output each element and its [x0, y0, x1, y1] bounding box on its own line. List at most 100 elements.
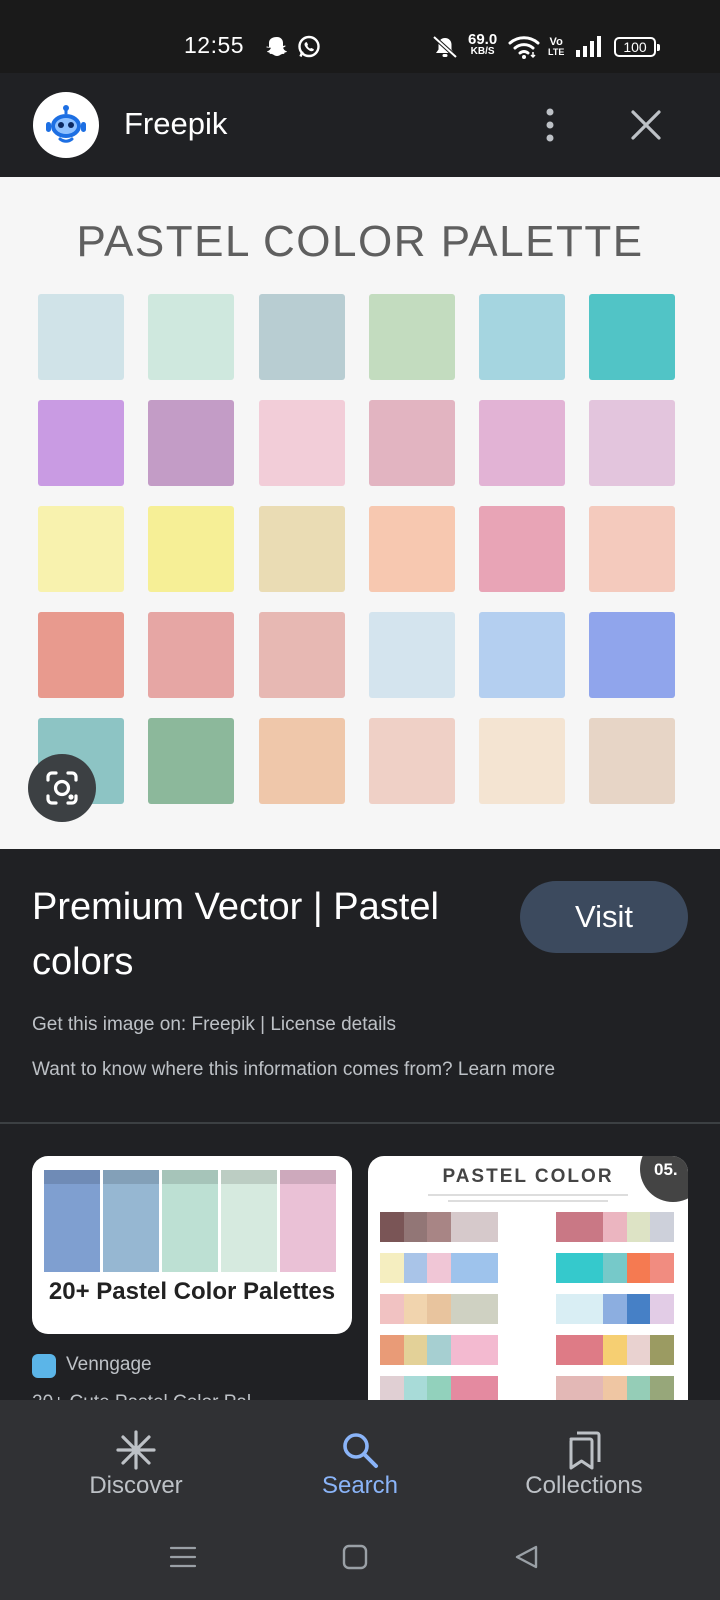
- net-speed: 69.0 KB/S: [468, 31, 498, 57]
- related-source-name: Venngage: [66, 1354, 152, 1375]
- palette-column: [103, 1170, 159, 1272]
- lens-camera-icon[interactable]: [28, 754, 96, 822]
- related-card-badge: 05.: [640, 1156, 688, 1202]
- discover-asterisk-icon: [116, 1430, 156, 1470]
- palette-strip-segment: [403, 1253, 428, 1283]
- badge-text: 05.: [654, 1160, 678, 1179]
- palette-strip-segment: [403, 1294, 428, 1324]
- color-swatch: [479, 718, 565, 804]
- net-speed-value: 69.0: [468, 31, 498, 48]
- battery-level: 100: [623, 39, 647, 55]
- palette-strip-segment: [380, 1294, 404, 1324]
- palette-strip-segment: [626, 1294, 651, 1324]
- palette-strip-segment: [579, 1335, 604, 1365]
- palette-strip-segment: [556, 1212, 580, 1242]
- get-image-line[interactable]: Get this image on: Freepik | License det…: [32, 1014, 396, 1036]
- color-swatch: [38, 612, 124, 698]
- palette-strip-segment: [556, 1253, 580, 1283]
- color-swatch: [369, 506, 455, 592]
- palette-strip-segment: [650, 1294, 675, 1324]
- nav-collections[interactable]: Collections: [474, 1420, 694, 1510]
- palette-strip-segment: [626, 1335, 651, 1365]
- color-swatch: [479, 612, 565, 698]
- palette-strip-segment: [427, 1212, 452, 1242]
- palette-strip-segment: [403, 1335, 428, 1365]
- nav-label: Discover: [89, 1472, 183, 1499]
- signal-icon: [576, 36, 601, 57]
- palette-strip-segment: [427, 1253, 452, 1283]
- palette-strip-segment: [603, 1212, 628, 1242]
- nav-discover[interactable]: Discover: [26, 1420, 246, 1510]
- palette-strip-segment: [450, 1335, 475, 1365]
- color-swatch: [259, 718, 345, 804]
- home-square-icon[interactable]: [340, 1542, 370, 1572]
- palette-image[interactable]: PASTEL COLOR PALETTE: [0, 177, 720, 849]
- palette-strip-segment: [474, 1294, 499, 1324]
- palette-strip-segment: [579, 1294, 604, 1324]
- whatsapp-icon: [298, 35, 320, 58]
- palette-strip-segment: [650, 1335, 675, 1365]
- recents-menu-icon[interactable]: [168, 1542, 198, 1572]
- palette-strip-segment: [579, 1253, 604, 1283]
- palette-column: [162, 1170, 218, 1272]
- palette-strip-segment: [380, 1253, 404, 1283]
- more-vert-icon[interactable]: [530, 101, 570, 149]
- color-swatch: [589, 400, 675, 486]
- status-bar: 12:55 69.0 KB/S Vo LTE 100: [0, 0, 720, 73]
- related-card-caption: 20+ Pastel Color Palettes: [48, 1278, 336, 1305]
- palette-strip-segment: [556, 1294, 580, 1324]
- palette-strip-segment: [603, 1335, 628, 1365]
- site-name[interactable]: Freepik: [124, 106, 227, 142]
- bottom-nav: Discover Search Collections: [0, 1400, 720, 1600]
- volte-bottom: LTE: [548, 47, 565, 57]
- color-swatch: [589, 612, 675, 698]
- palette-strip-segment: [603, 1253, 628, 1283]
- color-swatch: [479, 294, 565, 380]
- palette-strip-segment: [603, 1294, 628, 1324]
- color-swatch: [259, 506, 345, 592]
- freepik-logo-icon[interactable]: [33, 92, 99, 158]
- color-swatch: [148, 506, 234, 592]
- color-swatch: [369, 400, 455, 486]
- palette-column: [221, 1170, 277, 1272]
- info-source-line[interactable]: Want to know where this information come…: [32, 1059, 555, 1081]
- palette-strip-segment: [403, 1212, 428, 1242]
- close-icon[interactable]: [624, 103, 668, 147]
- palette-strip-segment: [626, 1253, 651, 1283]
- color-swatch: [38, 294, 124, 380]
- color-swatch: [479, 400, 565, 486]
- color-swatch: [369, 612, 455, 698]
- result-title[interactable]: Premium Vector | Pastel colors: [32, 880, 512, 990]
- battery-icon: 100: [614, 37, 660, 57]
- palette-strip-segment: [450, 1294, 475, 1324]
- snapchat-icon: [266, 37, 288, 56]
- color-swatch: [259, 294, 345, 380]
- color-swatch: [38, 400, 124, 486]
- color-swatch: [369, 294, 455, 380]
- image-title: PASTEL COLOR PALETTE: [76, 217, 644, 266]
- color-swatch: [259, 400, 345, 486]
- color-swatch: [38, 506, 124, 592]
- color-swatch: [259, 612, 345, 698]
- wifi-icon: [508, 36, 540, 59]
- card-text-line: [428, 1194, 628, 1196]
- back-triangle-icon[interactable]: [512, 1542, 542, 1572]
- color-swatch: [148, 612, 234, 698]
- palette-strip-segment: [427, 1294, 452, 1324]
- related-card-venngage[interactable]: 20+ Pastel Color Palettes: [32, 1156, 352, 1334]
- related-card-pastel-color[interactable]: PASTEL COLOR 05.: [368, 1156, 688, 1406]
- palette-strip-segment: [450, 1212, 475, 1242]
- visit-button[interactable]: Visit: [520, 881, 688, 953]
- palette-strip-segment: [427, 1335, 452, 1365]
- net-speed-unit: KB/S: [470, 46, 495, 57]
- mute-icon: [432, 35, 458, 59]
- color-swatch: [148, 294, 234, 380]
- color-swatch: [589, 294, 675, 380]
- palette-strip-segment: [450, 1253, 475, 1283]
- palette-column: [280, 1170, 336, 1272]
- app-header: Freepik: [0, 73, 720, 177]
- nav-search[interactable]: Search: [250, 1420, 470, 1510]
- palette-strip-segment: [474, 1212, 499, 1242]
- palette-strip-segment: [650, 1212, 675, 1242]
- divider: [0, 1122, 720, 1124]
